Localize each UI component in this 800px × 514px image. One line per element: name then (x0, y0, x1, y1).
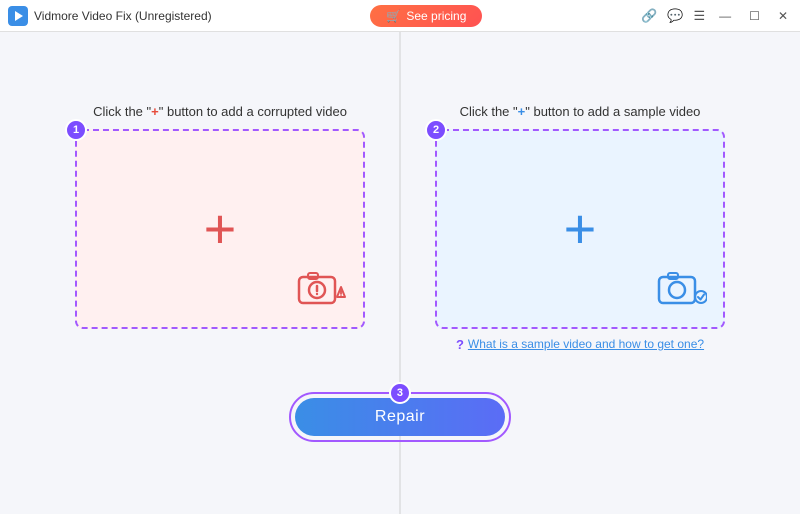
right-panel-section: Click the "+" button to add a sample vid… (400, 104, 760, 352)
add-sample-plus-icon: + (564, 201, 597, 257)
left-badge: 1 (65, 119, 87, 141)
right-panel-label: Click the "+" button to add a sample vid… (460, 104, 701, 119)
menu-icon[interactable]: ☰ (694, 8, 706, 24)
titlebar-right: 🔗 💬 ☰ — ☐ ✕ (641, 7, 792, 25)
app-logo-icon (8, 6, 28, 26)
left-panel-label: Click the "+" button to add a corrupted … (93, 104, 347, 119)
left-panel-wrapper: 1 + (75, 129, 365, 329)
add-corrupted-plus-icon: + (204, 201, 237, 257)
left-panel-section: Click the "+" button to add a corrupted … (40, 104, 400, 329)
cart-icon: 🛒 (386, 9, 401, 23)
app-title: Vidmore Video Fix (Unregistered) (34, 9, 212, 23)
repair-section: 3 Repair (289, 392, 511, 442)
repair-button-wrapper: 3 Repair (289, 392, 511, 442)
sample-video-help-link[interactable]: What is a sample video and how to get on… (468, 337, 704, 351)
right-plus-indicator: + (518, 104, 526, 119)
help-question-icon: ? (456, 337, 464, 352)
main-content: Click the "+" button to add a corrupted … (0, 32, 800, 514)
see-pricing-button[interactable]: 🛒 See pricing (370, 5, 482, 27)
chat-icon[interactable]: 💬 (667, 8, 683, 24)
link-icon[interactable]: 🔗 (641, 8, 657, 24)
titlebar-center: 🛒 See pricing (212, 5, 642, 27)
see-pricing-label: See pricing (406, 9, 466, 23)
right-badge: 2 (425, 119, 447, 141)
sample-camera-icon (655, 269, 707, 309)
sample-help-section: ? What is a sample video and how to get … (456, 337, 704, 352)
minimize-button[interactable]: — (715, 7, 735, 25)
maximize-button[interactable]: ☐ (745, 7, 764, 25)
add-sample-video-panel[interactable]: + (435, 129, 725, 329)
add-corrupted-video-panel[interactable]: + (75, 129, 365, 329)
corrupted-camera-icon (295, 269, 347, 309)
close-button[interactable]: ✕ (774, 7, 792, 25)
repair-badge: 3 (389, 382, 411, 404)
right-panel-wrapper: 2 + (435, 129, 725, 329)
left-plus-indicator: + (151, 104, 159, 119)
titlebar: Vidmore Video Fix (Unregistered) 🛒 See p… (0, 0, 800, 32)
titlebar-left: Vidmore Video Fix (Unregistered) (8, 6, 212, 26)
